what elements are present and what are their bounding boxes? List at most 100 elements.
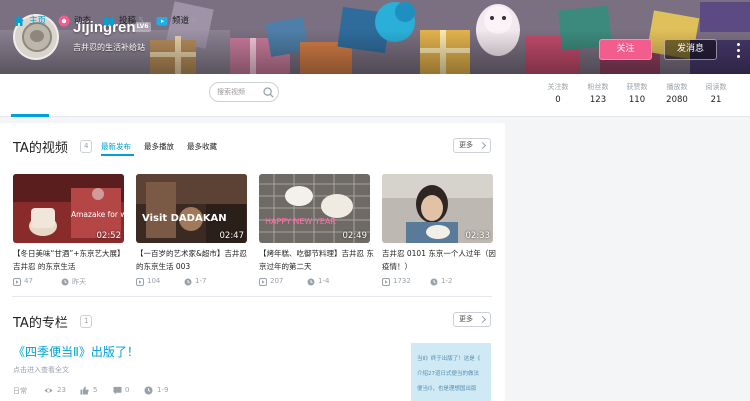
search-icon[interactable] [263, 87, 274, 98]
tab-active-indicator [101, 154, 134, 156]
play-count-icon [259, 278, 267, 286]
publish-date: 1-2 [441, 277, 453, 285]
videos-more-button[interactable]: 更多 [453, 138, 491, 153]
signature: 吉井忍的生活补给站 [73, 43, 145, 52]
stat-following[interactable]: 关注数 0 [538, 82, 578, 105]
tab-most-played[interactable]: 最多播放 [144, 141, 174, 152]
clock-icon [144, 386, 153, 395]
follow-button[interactable]: 关注 [599, 39, 652, 60]
stat-followers-label: 粉丝数 [587, 83, 609, 91]
video-thumbnail[interactable]: HAPPY NEW YEAR 02:49 [259, 174, 370, 243]
video-thumbnail[interactable]: 02:33 [382, 174, 493, 243]
play-count: 104 [147, 277, 161, 285]
article-cover[interactable]: 当Ⅱ》终于出版了！这是《 介绍27道日式便当的做法 便当Ⅰ》，也是理想国出版 [411, 343, 491, 401]
stat-plays-value: 2080 [666, 95, 688, 105]
articles-count-badge: 1 [80, 315, 93, 328]
play-count: 47 [24, 277, 33, 285]
video-title[interactable]: 【一百岁的艺术家&超市】吉井忍 的东京生活 003 [136, 247, 251, 273]
tab-channel-label: 频道 0 [172, 16, 197, 26]
tab-latest[interactable]: 最新发布 [101, 141, 131, 152]
stat-plays-label: 播放数 [666, 83, 688, 91]
video-title[interactable]: 吉井忍 0101 东京一个人过年（因疫情！） [382, 247, 497, 273]
article-comments: 0 [125, 386, 130, 394]
video-thumbnail[interactable]: Visit DADAKAN 02:47 [136, 174, 247, 243]
videos-count-badge: 4 [80, 140, 93, 153]
article-likes: 5 [93, 386, 98, 394]
thumb-caption-2: Visit DADAKAN [142, 213, 227, 224]
video-duration: 02:52 [96, 231, 122, 241]
stat-likes: 获赞数 110 [617, 82, 657, 105]
video-search [209, 82, 279, 102]
video-duration: 02:47 [219, 231, 245, 241]
stat-reads-value: 21 [710, 95, 722, 105]
tab-home-label: 主页 [29, 16, 47, 26]
stat-likes-label: 获赞数 [626, 83, 648, 91]
video-meta: 104 1-7 [136, 277, 251, 287]
stat-reads: 阅读数 21 [696, 82, 736, 105]
chevron-right-icon [478, 141, 487, 150]
article-subtitle: 点击进入查看全文 [13, 366, 69, 374]
cover-text-line: 介绍27道日式便当的做法 [417, 371, 479, 377]
profile-banner [0, 0, 750, 74]
dynamic-icon [58, 15, 70, 27]
clock-icon [184, 278, 192, 286]
home-icon [14, 16, 24, 26]
channel-icon [156, 17, 168, 26]
play-count-icon [136, 278, 144, 286]
stat-followers[interactable]: 粉丝数 123 [578, 82, 618, 105]
upload-icon [104, 17, 114, 26]
articles-more-button[interactable]: 更多 [453, 312, 491, 327]
publish-date: 昨天 [72, 278, 86, 286]
stat-followers-value: 123 [589, 95, 607, 105]
play-count-icon [13, 278, 21, 286]
thumb-caption-1: Amazake for winter [71, 210, 124, 219]
avatar-center [30, 30, 44, 42]
nav-active-indicator [11, 114, 49, 117]
publish-date: 1-7 [195, 277, 207, 285]
channel-count: 0 [191, 16, 197, 25]
tab-most-favorited[interactable]: 最多收藏 [187, 141, 217, 152]
article-date: 1-9 [157, 386, 169, 394]
send-message-button[interactable]: 发消息 [664, 39, 717, 60]
play-count-icon [382, 278, 390, 286]
play-count: 207 [270, 277, 284, 285]
article-category[interactable]: 日常 [13, 386, 27, 396]
video-title[interactable]: 【烤年糕、吃御节料理】吉井忍 东京过年的第二天 [259, 247, 374, 273]
article-title[interactable]: 《四季便当Ⅱ》出版了！ [13, 343, 139, 360]
articles-section-title: TA的专栏 [13, 316, 68, 331]
publish-date: 1-4 [318, 277, 330, 285]
stat-reads-label: 阅读数 [705, 83, 727, 91]
video-thumbnail[interactable]: Amazake for winter 02:52 [13, 174, 124, 243]
profile-page: Jijingren LV6 吉井忍的生活补给站 关注 发消息 主页 动态 投稿 … [0, 0, 750, 401]
video-meta: 1732 1-2 [382, 277, 497, 287]
more-options-icon[interactable] [731, 40, 745, 60]
article-meta: 日常 23 5 0 1-9 [13, 386, 213, 396]
clock-icon [307, 278, 315, 286]
video-meta: 207 1-4 [259, 277, 374, 287]
views-icon [44, 388, 53, 393]
right-column [505, 123, 750, 401]
search-input[interactable] [217, 85, 265, 99]
video-meta: 47 昨天 [13, 277, 128, 287]
tab-dynamic-label: 动态 [74, 16, 92, 26]
banner-shade [0, 0, 750, 74]
video-duration: 02:33 [465, 231, 491, 241]
play-count: 1732 [393, 277, 411, 285]
stat-plays: 播放数 2080 [657, 82, 697, 105]
clock-icon [430, 278, 438, 286]
upload-count: 5 [138, 16, 144, 25]
cover-text-line: 当Ⅱ》终于出版了！这是《 [417, 356, 481, 362]
videos-more-label: 更多 [459, 141, 473, 149]
video-title[interactable]: 【冬日美味“甘酒”+东京艺大展】吉井忍 的东京生活 [13, 247, 128, 273]
article-views: 23 [57, 386, 66, 394]
section-divider [12, 296, 492, 297]
cover-text-line: 便当Ⅰ》，也是理想国出版 [417, 386, 477, 392]
thumb-caption-3: HAPPY NEW YEAR [265, 217, 336, 226]
stat-following-value: 0 [555, 95, 561, 105]
videos-section-title: TA的视频 [13, 141, 68, 156]
articles-more-label: 更多 [459, 315, 473, 323]
comment-icon [113, 386, 122, 395]
clock-icon [61, 278, 69, 286]
like-icon [80, 386, 89, 395]
video-duration: 02:49 [342, 231, 368, 241]
